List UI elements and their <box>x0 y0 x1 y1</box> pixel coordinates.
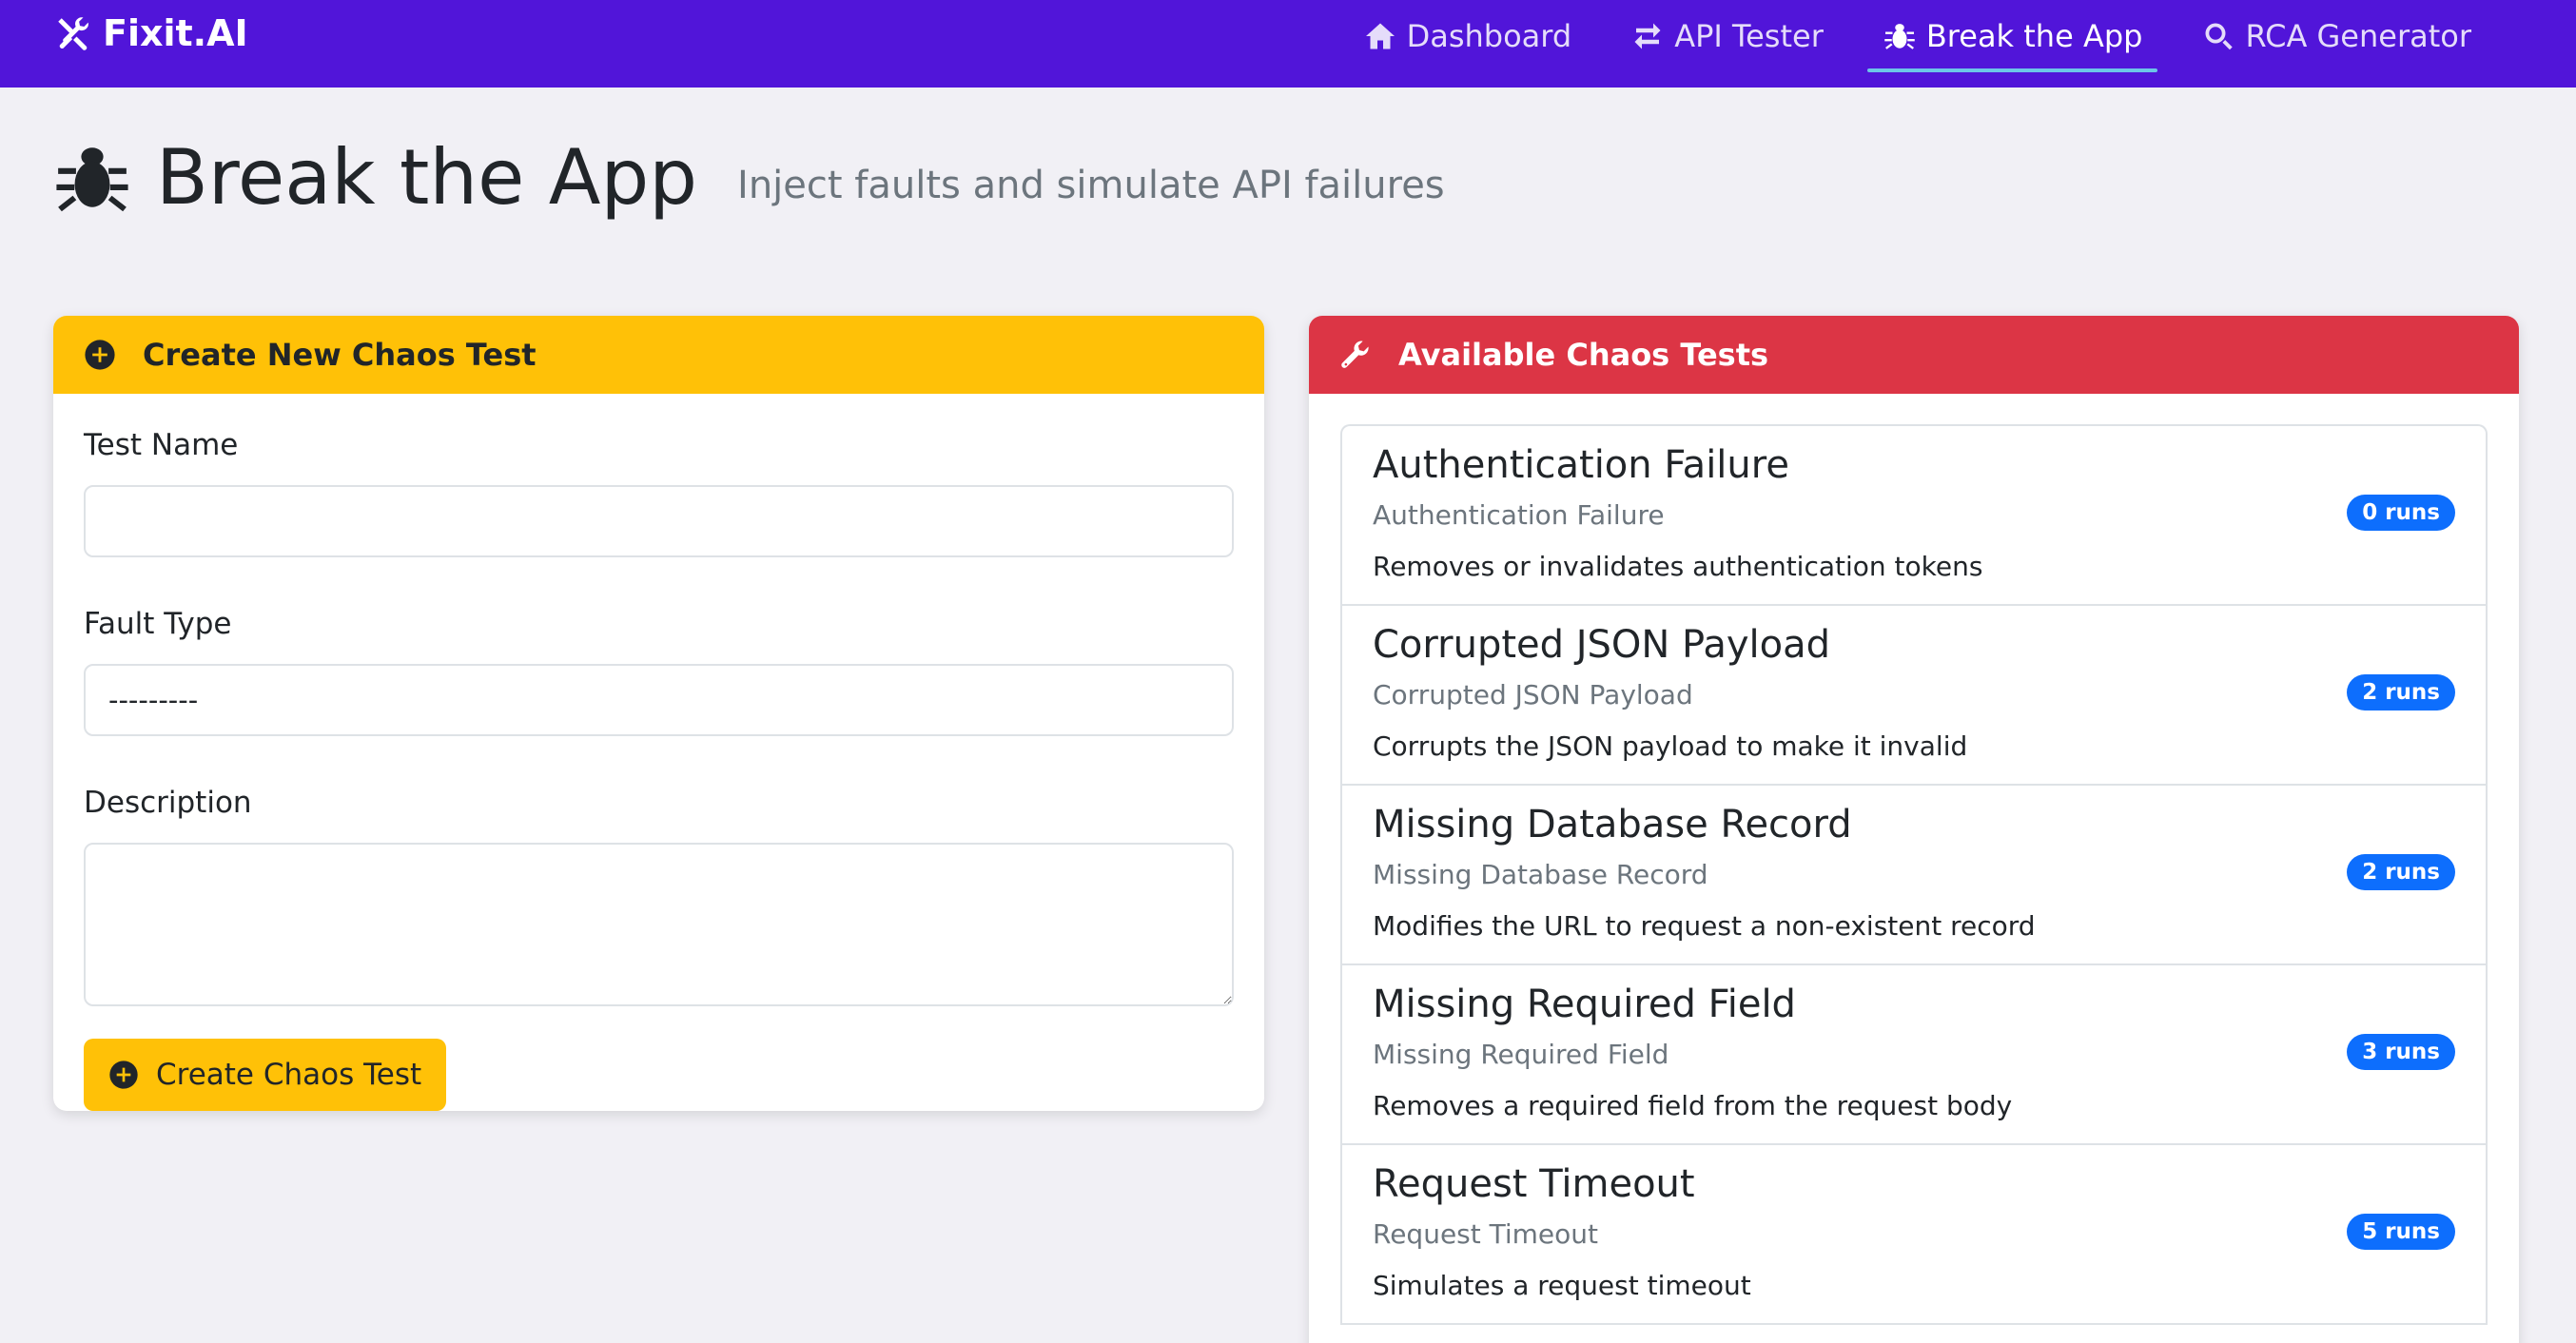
home-icon <box>1365 23 1395 49</box>
wrench-icon <box>1341 341 1369 368</box>
fault-type-select[interactable]: --------- <box>84 664 1234 736</box>
list-item[interactable]: Request Timeout Request Timeout Simulate… <box>1342 1145 2486 1325</box>
runs-badge: 5 runs <box>2347 1214 2455 1250</box>
runs-badge: 3 runs <box>2347 1034 2455 1070</box>
search-icon <box>2205 23 2234 50</box>
test-description: Modifies the URL to request a non-existe… <box>1373 910 2036 942</box>
nav-rca-generator-label: RCA Generator <box>2245 18 2471 54</box>
test-name-label: Test Name <box>84 428 239 462</box>
create-card-header: Create New Chaos Test <box>53 316 1264 394</box>
runs-badge: 0 runs <box>2347 495 2455 531</box>
test-description: Removes a required field from the reques… <box>1373 1090 2013 1121</box>
create-chaos-test-button[interactable]: Create Chaos Test <box>84 1039 447 1111</box>
test-subtitle: Missing Database Record <box>1373 859 1708 890</box>
list-item[interactable]: Corrupted JSON Payload Corrupted JSON Pa… <box>1342 606 2486 786</box>
list-item[interactable]: Authentication Failure Authentication Fa… <box>1342 426 2486 606</box>
navbar: Fixit.AI Dashboard API Tester Break the … <box>0 0 2576 88</box>
list-item[interactable]: Missing Database Record Missing Database… <box>1342 786 2486 965</box>
description-label: Description <box>84 786 252 820</box>
test-subtitle: Request Timeout <box>1373 1218 1599 1250</box>
list-item[interactable]: Missing Required Field Missing Required … <box>1342 965 2486 1145</box>
nav-api-tester-label: API Tester <box>1674 18 1824 54</box>
nav-dashboard[interactable]: Dashboard <box>1348 0 1588 72</box>
create-chaos-test-card: Create New Chaos Test Test Name Fault Ty… <box>53 316 1264 1111</box>
test-title: Missing Database Record <box>1373 803 1852 847</box>
bug-icon <box>1884 24 1915 49</box>
nav-links: Dashboard API Tester Break the App RCA G… <box>1319 0 2487 88</box>
create-card-title: Create New Chaos Test <box>143 337 537 373</box>
runs-badge: 2 runs <box>2347 854 2455 890</box>
test-description: Removes or invalidates authentication to… <box>1373 551 1983 582</box>
test-description: Simulates a request timeout <box>1373 1270 1751 1301</box>
test-title: Authentication Failure <box>1373 443 1789 487</box>
nav-dashboard-label: Dashboard <box>1406 18 1572 54</box>
test-description: Corrupts the JSON payload to make it inv… <box>1373 730 1968 762</box>
chaos-tests-list: Authentication Failure Authentication Fa… <box>1340 424 2488 1325</box>
exchange-icon <box>1634 23 1661 49</box>
runs-badge: 2 runs <box>2347 674 2455 710</box>
tests-card-title: Available Chaos Tests <box>1398 337 1769 373</box>
nav-break-the-app-label: Break the App <box>1925 18 2143 54</box>
brand-link[interactable]: Fixit.AI <box>53 0 248 67</box>
create-chaos-test-button-label: Create Chaos Test <box>156 1058 422 1092</box>
test-name-input[interactable] <box>84 485 1234 557</box>
test-title: Corrupted JSON Payload <box>1373 623 1831 667</box>
page-header: Break the App Inject faults and simulate… <box>53 133 1445 222</box>
page-title: Break the App <box>156 133 698 222</box>
tools-icon <box>58 17 88 50</box>
page-subtitle: Inject faults and simulate API failures <box>737 163 1445 207</box>
test-title: Missing Required Field <box>1373 983 1796 1026</box>
test-subtitle: Corrupted JSON Payload <box>1373 679 1693 710</box>
description-textarea[interactable] <box>84 843 1234 1006</box>
available-chaos-tests-card: Available Chaos Tests Authentication Fai… <box>1309 316 2519 1343</box>
create-chaos-test-form: Test Name Fault Type --------- Descripti… <box>53 394 1264 1111</box>
fault-type-selected-value: --------- <box>108 684 199 716</box>
tests-card-header: Available Chaos Tests <box>1309 316 2519 394</box>
fault-type-label: Fault Type <box>84 607 232 641</box>
nav-rca-generator[interactable]: RCA Generator <box>2186 0 2487 72</box>
nav-api-tester[interactable]: API Tester <box>1615 0 1839 72</box>
test-subtitle: Missing Required Field <box>1373 1039 1669 1070</box>
test-title: Request Timeout <box>1373 1162 1695 1206</box>
brand-name: Fixit.AI <box>103 12 248 54</box>
test-subtitle: Authentication Failure <box>1373 499 1665 531</box>
bug-icon <box>56 146 128 211</box>
nav-break-the-app[interactable]: Break the App <box>1866 0 2158 72</box>
plus-circle-icon <box>85 340 115 370</box>
plus-circle-icon <box>109 1061 138 1089</box>
